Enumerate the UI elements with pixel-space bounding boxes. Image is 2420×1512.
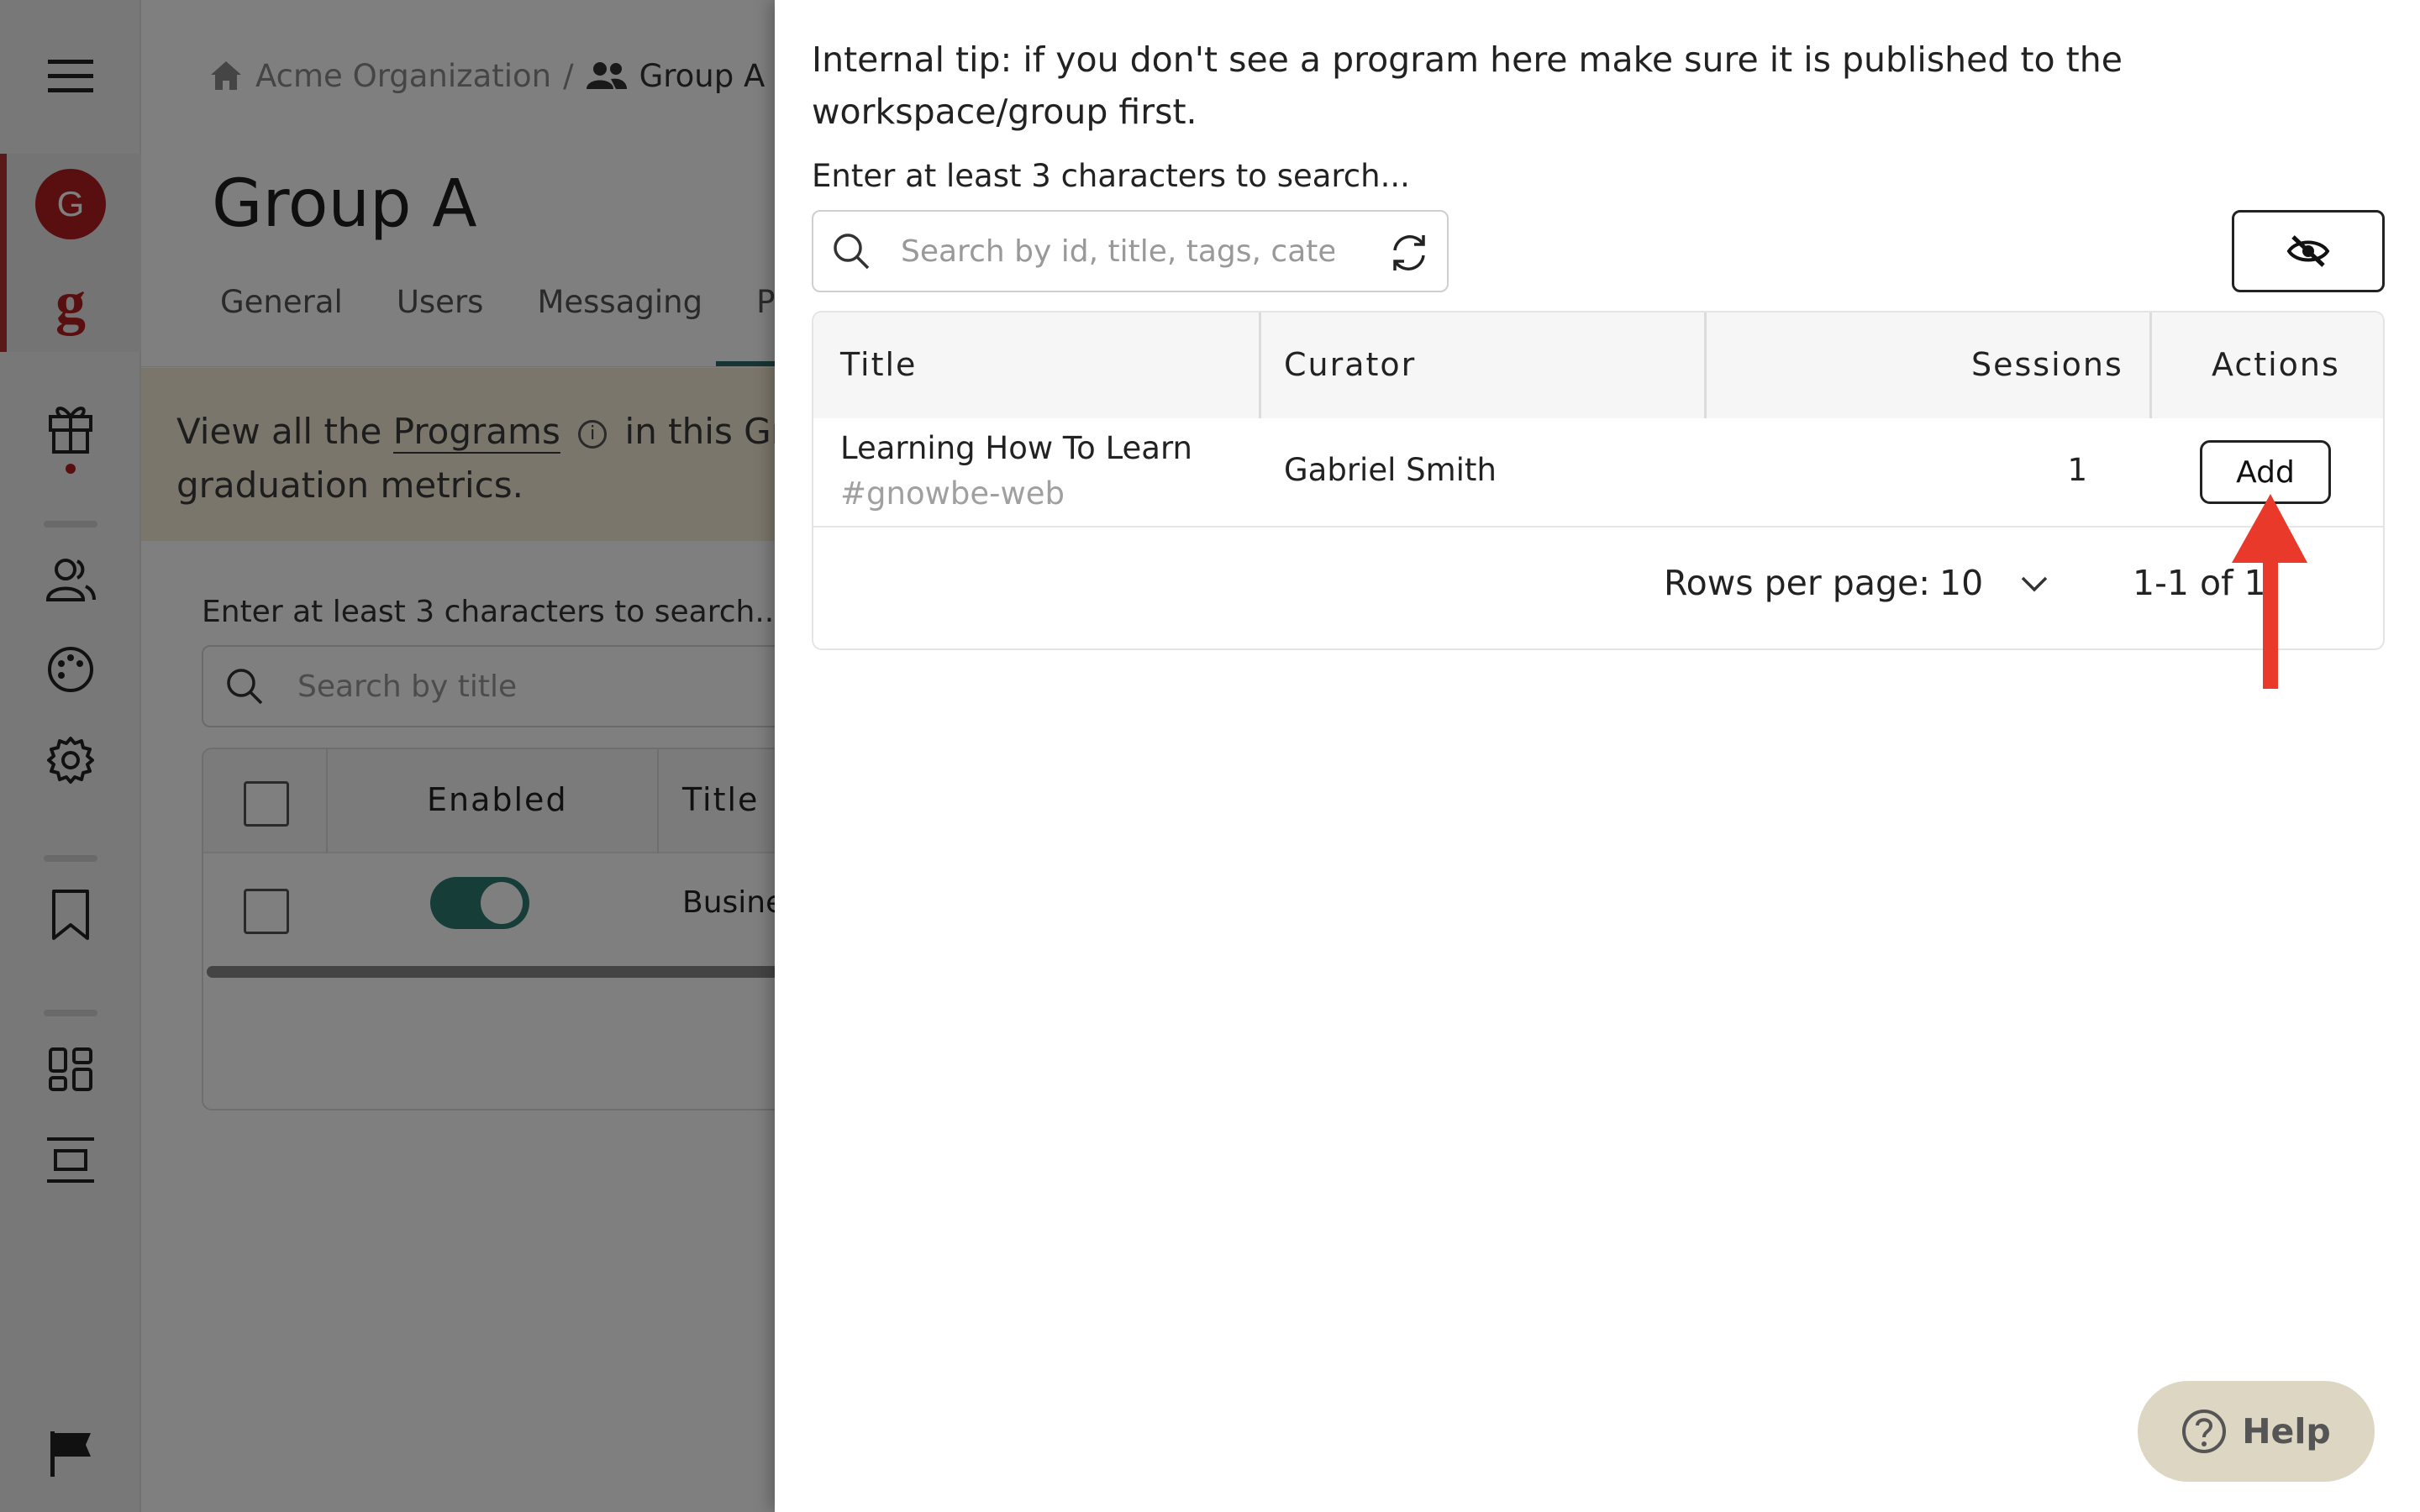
search-icon — [834, 234, 870, 270]
red-arrow-annotation — [2232, 494, 2307, 689]
help-button[interactable]: Help — [2138, 1381, 2375, 1482]
help-icon — [2182, 1410, 2227, 1453]
chevron-down-icon[interactable] — [2020, 575, 2049, 593]
add-program-drawer: Internal tip: if you don't see a program… — [775, 0, 2420, 1512]
program-curator: Gabriel Smith — [1284, 452, 1497, 488]
column-curator[interactable]: Curator — [1284, 346, 1416, 383]
rows-per-page-select[interactable]: 10 — [1939, 563, 1983, 603]
column-title[interactable]: Title — [840, 346, 917, 383]
column-sessions[interactable]: Sessions — [1971, 346, 2123, 383]
programs-search-table: Title Curator Sessions Actions Learning … — [812, 311, 2385, 650]
table-header: Title Curator Sessions Actions — [813, 312, 2383, 418]
internal-tip: Internal tip: if you don't see a program… — [812, 39, 2123, 132]
program-sessions: 1 — [2067, 452, 2087, 488]
search-field[interactable] — [812, 210, 1449, 292]
toggle-hidden-button[interactable] — [2232, 210, 2385, 292]
search-input[interactable] — [899, 233, 1336, 270]
rows-per-page-label: Rows per page: — [1664, 563, 1931, 603]
program-title: Learning How To Learn — [840, 430, 1192, 466]
column-divider — [1704, 312, 1707, 418]
table-row: Learning How To Learn #gnowbe-web Gabrie… — [813, 418, 2383, 528]
column-divider — [1259, 312, 1261, 418]
search-hint: Enter at least 3 characters to search... — [812, 158, 1410, 194]
help-label: Help — [2242, 1411, 2331, 1452]
column-divider — [2149, 312, 2152, 418]
refresh-icon[interactable] — [1388, 232, 1430, 274]
program-tag: #gnowbe-web — [840, 475, 1065, 512]
pagination: Rows per page: 10 1-1 of 1 — [813, 528, 2383, 648]
eye-off-icon — [2286, 235, 2330, 267]
column-actions: Actions — [2212, 346, 2340, 383]
